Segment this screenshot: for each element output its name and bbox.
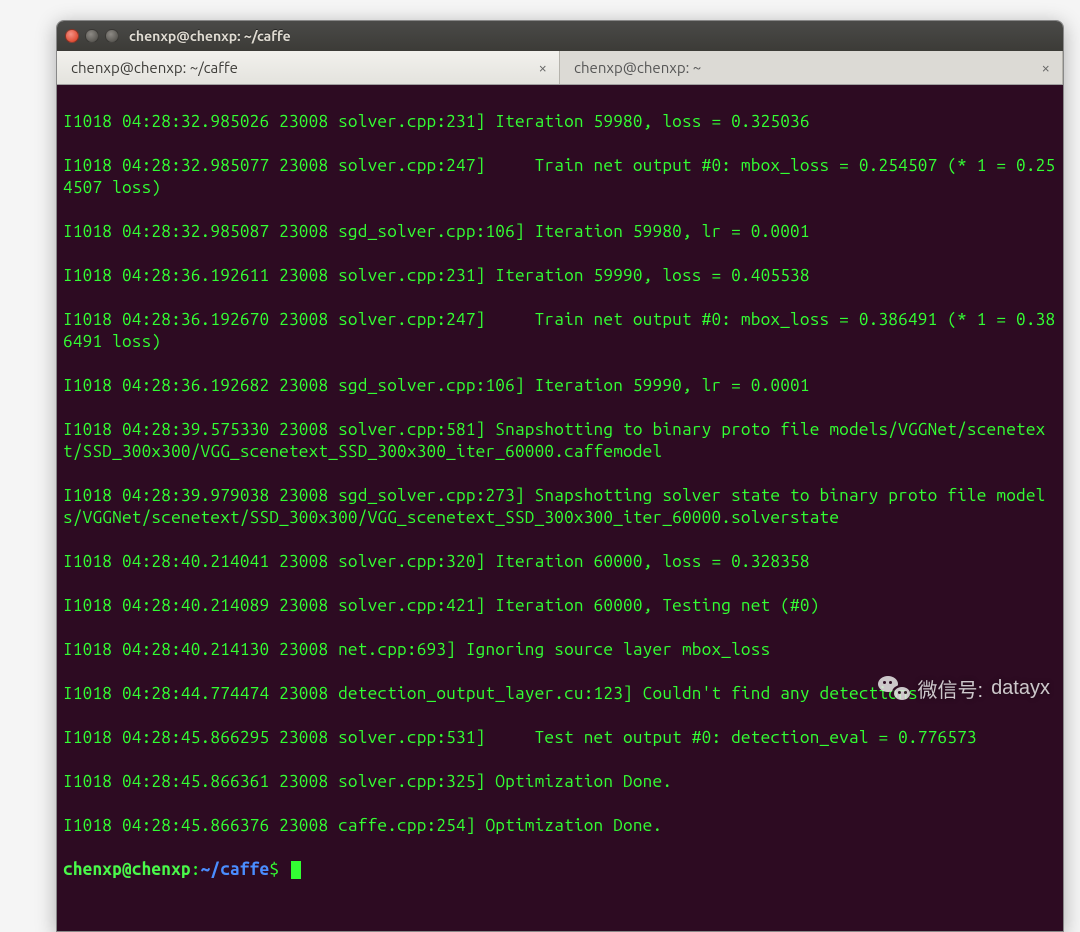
wechat-icon [878, 676, 910, 702]
terminal-output[interactable]: I1018 04:28:32.985026 23008 solver.cpp:2… [57, 85, 1063, 931]
tab-caffe[interactable]: chenxp@chenxp: ~/caffe × [57, 51, 560, 84]
cursor-icon [291, 861, 301, 879]
tab-close-icon[interactable]: × [537, 59, 549, 76]
window-close-button[interactable] [65, 29, 79, 43]
prompt-line: chenxp@chenxp:~/caffe$ [63, 859, 1057, 881]
tab-close-icon[interactable]: × [1040, 59, 1052, 76]
log-line: I1018 04:28:39.575330 23008 solver.cpp:5… [63, 419, 1057, 463]
prompt-user-host: chenxp@chenxp [63, 860, 191, 879]
log-line: I1018 04:28:45.866361 23008 solver.cpp:3… [63, 771, 1057, 793]
prompt-separator: : [191, 860, 201, 879]
log-line: I1018 04:28:39.979038 23008 sgd_solver.c… [63, 485, 1057, 529]
watermark-account: datayx [991, 677, 1050, 700]
log-line: I1018 04:28:32.985087 23008 sgd_solver.c… [63, 221, 1057, 243]
log-line: I1018 04:28:32.985026 23008 solver.cpp:2… [63, 111, 1057, 133]
window-controls [65, 29, 119, 43]
log-line: I1018 04:28:40.214041 23008 solver.cpp:3… [63, 551, 1057, 573]
prompt-path: ~/caffe [201, 860, 270, 879]
log-line: I1018 04:28:45.866376 23008 caffe.cpp:25… [63, 815, 1057, 837]
tab-label: chenxp@chenxp: ~/caffe [71, 59, 238, 76]
window-minimize-button[interactable] [85, 29, 99, 43]
window-titlebar[interactable]: chenxp@chenxp: ~/caffe [57, 21, 1063, 51]
log-line: I1018 04:28:32.985077 23008 solver.cpp:2… [63, 155, 1057, 199]
log-line: I1018 04:28:36.192611 23008 solver.cpp:2… [63, 265, 1057, 287]
watermark-prefix: 微信号: [918, 674, 984, 703]
window-maximize-button[interactable] [105, 29, 119, 43]
window-title: chenxp@chenxp: ~/caffe [129, 28, 291, 44]
terminal-window: chenxp@chenxp: ~/caffe chenxp@chenxp: ~/… [56, 20, 1064, 932]
tab-label: chenxp@chenxp: ~ [574, 59, 701, 76]
log-line: I1018 04:28:45.866295 23008 solver.cpp:5… [63, 727, 1057, 749]
tab-home[interactable]: chenxp@chenxp: ~ × [560, 51, 1063, 84]
log-line: I1018 04:28:36.192682 23008 sgd_solver.c… [63, 375, 1057, 397]
log-line: I1018 04:28:40.214089 23008 solver.cpp:4… [63, 595, 1057, 617]
tab-bar: chenxp@chenxp: ~/caffe × chenxp@chenxp: … [57, 51, 1063, 85]
watermark: 微信号: datayx [878, 674, 1051, 703]
log-line: I1018 04:28:40.214130 23008 net.cpp:693]… [63, 639, 1057, 661]
prompt-symbol: $ [269, 860, 279, 879]
log-line: I1018 04:28:36.192670 23008 solver.cpp:2… [63, 309, 1057, 353]
